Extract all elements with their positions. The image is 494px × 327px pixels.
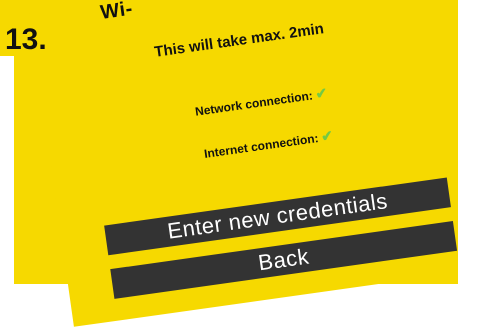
step-number: 13.: [5, 23, 47, 56]
card-title: Wi‑: [98, 0, 135, 24]
left-border: [0, 56, 14, 284]
network-status-row: Network connection:✔: [194, 84, 328, 119]
check-icon: ✔: [320, 126, 334, 145]
check-icon: ✔: [314, 84, 329, 102]
internet-status-row: Internet connection:✔: [203, 127, 334, 162]
internet-status-label: Internet connection:: [203, 130, 320, 161]
network-status-label: Network connection:: [194, 88, 314, 119]
duration-hint: This will take max. 2min: [153, 20, 325, 61]
right-border: [458, 0, 494, 284]
